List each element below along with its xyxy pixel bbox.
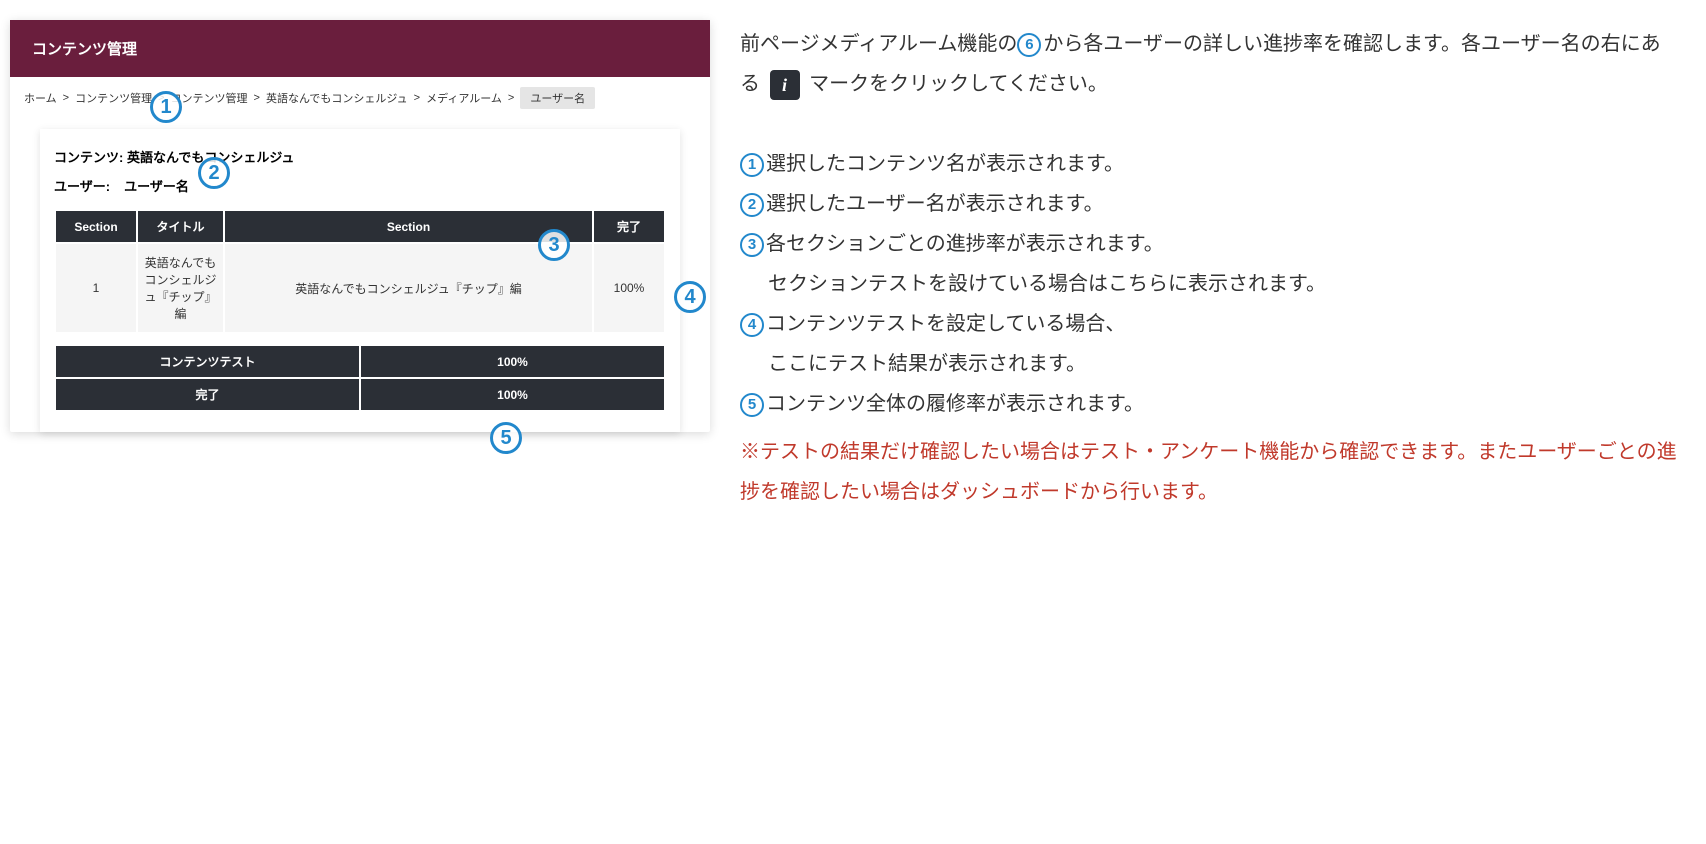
note-4b: ここにテスト結果が表示されます。	[740, 344, 1680, 384]
annotation-2: 2	[198, 157, 230, 189]
breadcrumb-sep: >	[254, 92, 260, 104]
warning-note: ※テストの結果だけ確認したい場合はテスト・アンケート機能から確認できます。またユ…	[740, 432, 1680, 512]
breadcrumb-item[interactable]: メディアルーム	[426, 90, 502, 106]
summary-label-complete: 完了	[56, 379, 359, 410]
breadcrumb-sep: >	[508, 92, 514, 104]
summary-table: コンテンツテスト 100% 完了 100%	[54, 344, 666, 412]
bullet-3: 3	[740, 233, 764, 257]
note-2-text: 選択したユーザー名が表示されます。	[766, 193, 1104, 215]
summary-value-test: 100%	[361, 346, 664, 377]
note-3a-text: 各セクションごとの進捗率が表示されます。	[766, 233, 1164, 255]
summary-value-complete: 100%	[361, 379, 664, 410]
content-label: コンテンツ:	[54, 150, 123, 165]
cell-title: 英語なんでもコンシェルジュ『チップ』編	[138, 244, 223, 332]
bullet-1: 1	[740, 153, 764, 177]
content-title-row: コンテンツ: 英語なんでもコンシェルジュ	[54, 147, 666, 166]
note-1-text: 選択したコンテンツ名が表示されます。	[766, 153, 1124, 175]
intro-paragraph: 前ページメディアルーム機能の6から各ユーザーの詳しい進捗率を確認します。各ユーザ…	[740, 24, 1680, 104]
note-2: 2選択したユーザー名が表示されます。	[740, 184, 1680, 224]
annotation-4: 4	[674, 281, 706, 313]
th-complete: 完了	[594, 211, 664, 242]
cell-section-name: 英語なんでもコンシェルジュ『チップ』編	[225, 244, 592, 332]
annotation-1: 1	[150, 91, 182, 123]
note-3a: 3各セクションごとの進捗率が表示されます。	[740, 224, 1680, 264]
breadcrumb-item[interactable]: ホーム	[24, 90, 57, 106]
info-icon: i	[770, 70, 800, 100]
user-name: ユーザー名	[124, 176, 189, 195]
cell-complete: 100%	[594, 244, 664, 332]
bullet-5: 5	[740, 393, 764, 417]
breadcrumb: ホーム > コンテンツ管理 > コンテンツ管理 > 英語なんでもコンシェルジュ …	[10, 77, 710, 119]
breadcrumb-sep: >	[63, 92, 69, 104]
th-section-name: Section	[225, 211, 592, 242]
bullet-2: 2	[740, 193, 764, 217]
screenshot-panel: コンテンツ管理 ホーム > コンテンツ管理 > コンテンツ管理 > 英語なんでも…	[10, 20, 710, 824]
th-section-no: Section	[56, 211, 136, 242]
breadcrumb-item[interactable]: コンテンツ管理	[171, 90, 248, 106]
table-row: 1 英語なんでもコンシェルジュ『チップ』編 英語なんでもコンシェルジュ『チップ』…	[56, 244, 664, 332]
intro-text-a: 前ページメディアルーム機能の	[740, 33, 1017, 55]
breadcrumb-item[interactable]: コンテンツ管理	[75, 90, 152, 106]
user-label: ユーザー:	[54, 176, 110, 195]
note-4a-text: コンテンツテストを設定している場合、	[766, 313, 1125, 335]
intro-text-c: マークをクリックしてください。	[809, 73, 1108, 95]
bullet-4: 4	[740, 313, 764, 337]
app-window: コンテンツ管理 ホーム > コンテンツ管理 > コンテンツ管理 > 英語なんでも…	[10, 20, 710, 432]
summary-row-complete: 完了 100%	[56, 379, 664, 410]
breadcrumb-sep: >	[414, 92, 420, 104]
explanation-panel: 前ページメディアルーム機能の6から各ユーザーの詳しい進捗率を確認します。各ユーザ…	[740, 20, 1680, 824]
note-1: 1選択したコンテンツ名が表示されます。	[740, 144, 1680, 184]
summary-row-test: コンテンツテスト 100%	[56, 346, 664, 377]
breadcrumb-item[interactable]: 英語なんでもコンシェルジュ	[266, 90, 408, 106]
breadcrumb-current: ユーザー名	[520, 87, 595, 109]
note-5-text: コンテンツ全体の履修率が表示されます。	[766, 393, 1144, 415]
summary-label-test: コンテンツテスト	[56, 346, 359, 377]
note-3b: セクションテストを設けている場合はこちらに表示されます。	[740, 264, 1680, 304]
note-5: 5コンテンツ全体の履修率が表示されます。	[740, 384, 1680, 424]
annotation-6-inline: 6	[1017, 33, 1041, 57]
user-row: ユーザー: ユーザー名	[54, 176, 666, 195]
notes-list: 1選択したコンテンツ名が表示されます。 2選択したユーザー名が表示されます。 3…	[740, 144, 1680, 512]
cell-section-no: 1	[56, 244, 136, 332]
content-card: コンテンツ: 英語なんでもコンシェルジュ ユーザー: ユーザー名 Section…	[40, 129, 680, 432]
section-table: Section タイトル Section 完了 1 英語なんでもコンシェルジュ『…	[54, 209, 666, 334]
note-4a: 4コンテンツテストを設定している場合、	[740, 304, 1680, 344]
app-title: コンテンツ管理	[10, 20, 710, 77]
th-title: タイトル	[138, 211, 223, 242]
annotation-3: 3	[538, 229, 570, 261]
annotation-5: 5	[490, 422, 522, 454]
